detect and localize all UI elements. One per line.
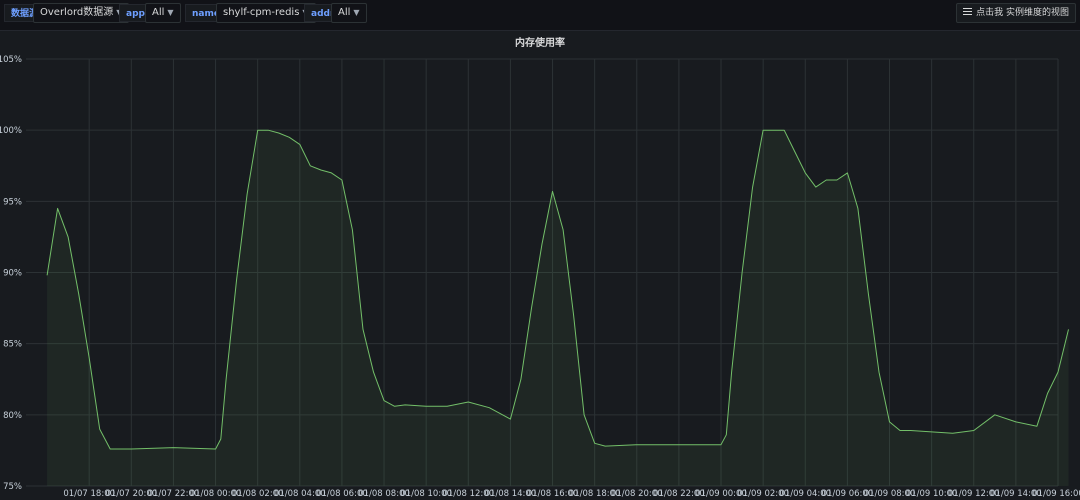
y-tick-label: 80%: [3, 411, 22, 421]
y-tick-label: 90%: [3, 269, 22, 279]
x-tick-label: 01/09 16:00: [1032, 489, 1080, 499]
y-tick-label: 75%: [3, 482, 22, 492]
chart-series-area: [46, 129, 1069, 486]
y-tick-label: 100%: [0, 126, 22, 136]
series-area-fill: [47, 130, 1069, 486]
x-axis: 01/07 18:0001/07 20:0001/07 22:0001/08 0…: [63, 489, 1080, 499]
y-axis: 75% 80% 85% 90% 95% 100% 105%: [0, 55, 22, 492]
y-tick-label: 95%: [3, 197, 22, 207]
memory-usage-chart: 75% 80% 85% 90% 95% 100% 105% 01/07 18:0001/07…: [0, 55, 1080, 499]
y-tick-label: 105%: [0, 55, 22, 65]
y-tick-label: 85%: [3, 340, 22, 350]
